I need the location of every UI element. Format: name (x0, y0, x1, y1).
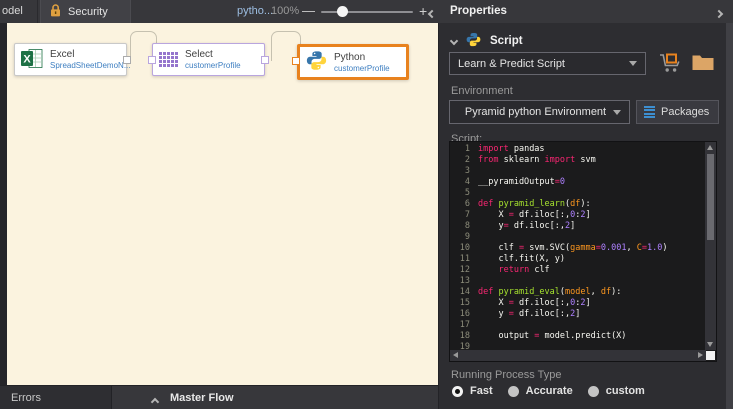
properties-panel-title: Properties (450, 0, 507, 23)
excel-icon: X (21, 48, 43, 72)
list-icon (644, 106, 655, 119)
dropdown-arrow-icon (613, 110, 621, 115)
script-section-title: Script (490, 35, 523, 47)
output-port[interactable] (261, 56, 269, 64)
svg-text:X: X (23, 53, 31, 65)
marketplace-cart-button[interactable] (658, 52, 682, 77)
master-flow-tab[interactable]: Master Flow (170, 386, 234, 409)
properties-expand-icon[interactable] (716, 8, 722, 20)
node-select[interactable]: Select customerProfile (152, 43, 265, 76)
dropdown-arrow-icon (629, 61, 637, 66)
editor-vertical-scrollbar[interactable] (705, 142, 716, 350)
script-type-value: Learn & Predict Script (458, 58, 565, 70)
node-subtitle: customerProfile (185, 61, 241, 70)
zoom-slider-track[interactable] (321, 11, 413, 13)
environment-label: Environment (451, 85, 513, 97)
zoom-out-button[interactable]: — (302, 0, 315, 22)
radio-label: Accurate (526, 385, 573, 397)
radio-option[interactable]: Fast (452, 385, 493, 397)
python-script-icon (466, 32, 481, 50)
script-type-dropdown[interactable]: Learn & Predict Script (449, 52, 646, 75)
input-port[interactable] (292, 57, 300, 65)
model-tab-label[interactable]: odel (2, 0, 23, 23)
security-button[interactable]: Security (40, 0, 131, 23)
running-process-options: Fast Accurate custom (452, 385, 645, 397)
radio-icon[interactable] (588, 386, 599, 397)
zoom-level-value: 100% (271, 0, 299, 23)
radio-option[interactable]: Accurate (508, 385, 573, 397)
code-editor[interactable]: 1import pandas2from sklearn import svm34… (449, 141, 717, 362)
zoom-in-button[interactable]: + (419, 0, 427, 22)
radio-label: custom (606, 385, 645, 397)
code-lines: 1import pandas2from sklearn import svm34… (450, 144, 696, 353)
environment-value: Pyramid python Environment (458, 106, 613, 118)
zoom-slider-thumb[interactable] (337, 6, 348, 17)
errors-tab[interactable]: Errors (0, 386, 112, 409)
radio-icon[interactable] (452, 386, 463, 397)
scroll-down-icon[interactable] (707, 342, 713, 347)
toolbar-divider (37, 0, 38, 23)
running-process-label: Running Process Type (451, 369, 561, 381)
lock-icon (50, 4, 61, 20)
radio-option[interactable]: custom (588, 385, 645, 397)
left-edge-strip (0, 23, 7, 385)
scrollbar-corner (706, 351, 715, 360)
node-subtitle: SpreadSheetDemoN... (50, 61, 131, 70)
node-title: Python (334, 52, 390, 64)
app-window: odel Security pytho... 100% — + Properti… (0, 0, 733, 409)
collapse-left-icon[interactable] (429, 8, 435, 20)
node-python-selected[interactable]: Python customerProfile (297, 44, 409, 80)
active-node-name: pytho... (237, 0, 273, 23)
editor-horizontal-scrollbar[interactable] (450, 350, 706, 361)
packages-button[interactable]: Packages (636, 100, 719, 124)
python-icon (306, 50, 327, 74)
environment-dropdown[interactable]: Pyramid python Environment (449, 100, 630, 124)
vertical-scroll-thumb[interactable] (707, 154, 714, 240)
node-subtitle: customerProfile (334, 64, 390, 73)
node-title: Select (185, 49, 241, 61)
scroll-left-icon[interactable] (453, 352, 458, 358)
panel-scrollbar[interactable] (726, 23, 733, 409)
node-title: Excel (50, 49, 131, 61)
scroll-right-icon[interactable] (698, 352, 703, 358)
script-section-header[interactable]: Script (451, 32, 523, 50)
scroll-up-icon[interactable] (707, 145, 713, 150)
open-folder-button[interactable] (691, 52, 715, 75)
radio-label: Fast (470, 385, 493, 397)
output-port[interactable] (123, 56, 131, 64)
input-port[interactable] (148, 56, 156, 64)
select-grid-icon (159, 52, 178, 67)
radio-icon[interactable] (508, 386, 519, 397)
bottom-bar: Errors Master Flow (0, 385, 438, 409)
top-toolbar: odel Security pytho... 100% — + Properti… (0, 0, 733, 23)
properties-panel: Script Learn & Predict Script Environmen… (438, 23, 733, 409)
collapse-up-icon[interactable] (152, 396, 158, 408)
section-collapse-icon[interactable] (450, 37, 458, 45)
node-excel[interactable]: X Excel SpreadSheetDemoN... (14, 43, 127, 76)
flow-canvas[interactable]: X Excel SpreadSheetDemoN... Select custo… (7, 23, 438, 385)
packages-label: Packages (661, 106, 709, 118)
security-label: Security (68, 6, 108, 18)
